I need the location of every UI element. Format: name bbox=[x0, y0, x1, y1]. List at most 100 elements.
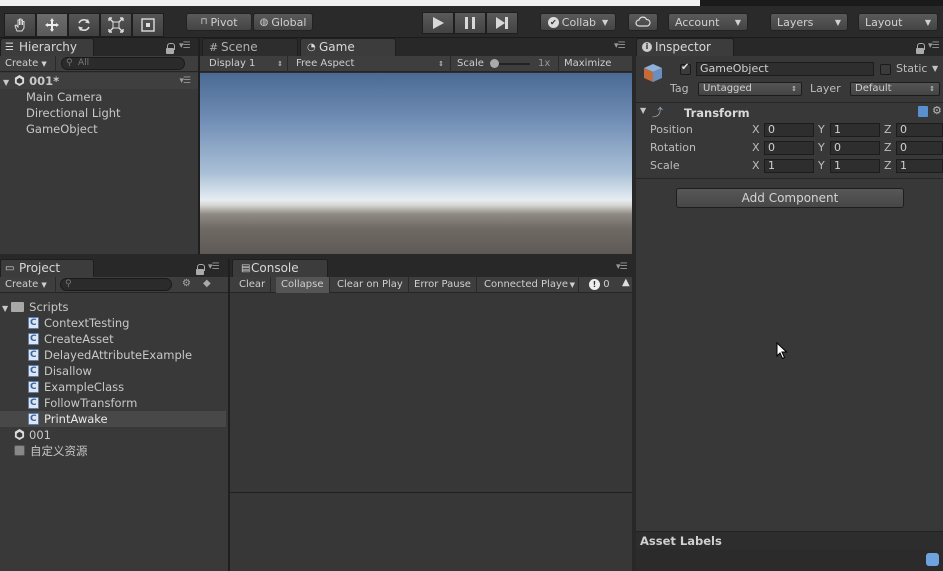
lock-icon[interactable] bbox=[166, 43, 175, 54]
hand-tool-button[interactable] bbox=[4, 13, 36, 37]
script-item[interactable]: ContextTesting bbox=[28, 315, 129, 331]
move-tool-button[interactable] bbox=[36, 13, 68, 37]
static-checkbox[interactable] bbox=[880, 64, 891, 75]
folder-scripts-row[interactable]: ▼ Scripts bbox=[0, 299, 69, 315]
hierarchy-create-dropdown[interactable]: Create ▼ bbox=[0, 56, 56, 72]
console-clear-on-play-toggle[interactable]: Clear on Play bbox=[332, 277, 409, 293]
gear-icon[interactable]: ⚙ bbox=[932, 104, 942, 117]
info-count-toggle[interactable]: ! 0 bbox=[584, 277, 618, 293]
account-dropdown[interactable]: Account ▼ bbox=[668, 13, 748, 31]
hierarchy-item-directional-light[interactable]: Directional Light bbox=[26, 105, 121, 121]
aspect-dropdown[interactable]: Free Aspect ⇕ bbox=[291, 56, 451, 72]
project-create-dropdown[interactable]: Create ▼ bbox=[0, 277, 56, 293]
layer-dropdown[interactable]: Default ⇕ bbox=[850, 82, 940, 96]
chevron-down-icon[interactable]: ▼ bbox=[932, 64, 938, 73]
position-z-field[interactable]: 0 bbox=[896, 123, 943, 137]
axis-y-label: Y bbox=[818, 159, 825, 172]
custom-asset-item[interactable]: 自定义资源 bbox=[14, 443, 88, 459]
play-button[interactable] bbox=[422, 12, 454, 34]
splitter[interactable] bbox=[0, 254, 632, 259]
rect-tool-button[interactable] bbox=[132, 13, 164, 37]
console-detail-area[interactable] bbox=[230, 493, 632, 571]
panel-menu-icon[interactable]: ▾☰ bbox=[179, 41, 191, 51]
tag-dropdown[interactable]: Untagged ⇕ bbox=[698, 82, 802, 96]
project-search-input[interactable]: ⚲ bbox=[60, 278, 172, 291]
pause-button[interactable] bbox=[454, 12, 486, 34]
tab-inspector[interactable]: i Inspector bbox=[636, 38, 734, 56]
tab-console[interactable]: ▤ Console bbox=[232, 259, 328, 277]
pivot-toggle[interactable]: ⊓ Pivot bbox=[186, 13, 252, 31]
rotate-tool-button[interactable] bbox=[68, 13, 100, 37]
hand-icon bbox=[14, 18, 25, 32]
step-button[interactable] bbox=[486, 12, 518, 34]
script-item[interactable]: CreateAsset bbox=[28, 331, 114, 347]
hierarchy-search-input[interactable]: ⚲ All bbox=[61, 57, 185, 70]
project-tabbar: ▭ Project ▾☰ bbox=[0, 259, 228, 277]
script-item[interactable]: DelayedAttributeExample bbox=[28, 347, 192, 363]
panel-menu-icon[interactable]: ▾☰ bbox=[616, 262, 628, 272]
lock-icon[interactable] bbox=[196, 264, 205, 275]
console-error-pause-toggle[interactable]: Error Pause bbox=[409, 277, 477, 293]
splitter[interactable] bbox=[198, 38, 200, 254]
layout-dropdown[interactable]: Layout ▼ bbox=[858, 13, 938, 31]
csharp-script-icon bbox=[28, 347, 39, 363]
console-clear-button[interactable]: Clear bbox=[234, 277, 272, 293]
scene-asset-item[interactable]: 001 bbox=[14, 427, 51, 443]
scene-menu-icon[interactable]: ▾☰ bbox=[179, 73, 191, 89]
project-panel: Create ▼ ⚲ ⚙ ◆ ▼Scripts ContextTesting C… bbox=[0, 277, 228, 571]
console-collapse-toggle[interactable]: Collapse bbox=[276, 277, 330, 293]
help-book-icon[interactable] bbox=[918, 106, 928, 117]
console-log-area[interactable] bbox=[230, 294, 632, 492]
tag-label-icon[interactable] bbox=[926, 553, 939, 566]
asset-labels-header[interactable]: Asset Labels bbox=[636, 531, 943, 549]
layers-dropdown[interactable]: Layers ▼ bbox=[770, 13, 848, 31]
csharp-script-icon bbox=[28, 363, 39, 379]
warning-icon[interactable]: ▲ bbox=[622, 277, 630, 288]
display-dropdown[interactable]: Display 1 ⇕ bbox=[204, 56, 288, 72]
transform-component-header[interactable]: ▼ ⤴ Transform ⚙ bbox=[636, 104, 943, 122]
script-item[interactable]: Disallow bbox=[28, 363, 92, 379]
filter-by-label-icon[interactable]: ◆ bbox=[203, 278, 211, 289]
cloud-button[interactable] bbox=[628, 13, 658, 31]
tab-game[interactable]: ◔ Game bbox=[300, 38, 396, 56]
tab-scene[interactable]: # Scene bbox=[202, 38, 298, 56]
hierarchy-item-main-camera[interactable]: Main Camera bbox=[26, 89, 102, 105]
connected-player-dropdown[interactable]: Connected Playe ▼ bbox=[479, 277, 579, 293]
panel-menu-icon[interactable]: ▾☰ bbox=[208, 262, 220, 272]
scale-y-field[interactable]: 1 bbox=[830, 159, 880, 173]
scale-slider[interactable]: Scale 1x bbox=[452, 56, 556, 72]
hierarchy-item-gameobject[interactable]: GameObject bbox=[26, 121, 98, 137]
rotation-z-field[interactable]: 0 bbox=[896, 141, 943, 155]
rotation-y-field[interactable]: 0 bbox=[830, 141, 880, 155]
slider-thumb[interactable] bbox=[490, 59, 499, 68]
scale-x-field[interactable]: 1 bbox=[764, 159, 814, 173]
panel-menu-icon[interactable]: ▾☰ bbox=[928, 41, 940, 51]
panel-menu-icon[interactable]: ▾☰ bbox=[614, 41, 626, 51]
global-toggle[interactable]: ◍ Global bbox=[253, 13, 313, 31]
chevron-down-icon: ▼ bbox=[602, 17, 609, 27]
lock-icon[interactable] bbox=[916, 43, 925, 54]
script-item-selected[interactable]: PrintAwake bbox=[0, 411, 226, 427]
expand-arrow-icon: ▼ bbox=[640, 106, 647, 115]
position-y-field[interactable]: 1 bbox=[830, 123, 880, 137]
rotation-x-field[interactable]: 0 bbox=[764, 141, 814, 155]
gameobject-name-field[interactable]: GameObject bbox=[696, 62, 874, 76]
maximize-on-play-toggle[interactable]: Maximize On bbox=[558, 56, 632, 85]
filter-by-type-icon[interactable]: ⚙ bbox=[182, 278, 191, 289]
script-item[interactable]: ExampleClass bbox=[28, 379, 124, 395]
axis-z-label: Z bbox=[884, 123, 892, 136]
chevron-down-icon: ▼ bbox=[834, 17, 841, 27]
scale-tool-button[interactable] bbox=[100, 13, 132, 37]
scene-root-row[interactable]: ▼ 001* ▾☰ bbox=[0, 73, 198, 89]
console-toolbar: Clear Collapse Clear on Play Error Pause… bbox=[230, 277, 632, 293]
script-item[interactable]: FollowTransform bbox=[28, 395, 137, 411]
tab-project[interactable]: ▭ Project bbox=[0, 259, 94, 277]
add-component-button[interactable]: Add Component bbox=[676, 188, 904, 208]
scale-z-field[interactable]: 1 bbox=[896, 159, 943, 173]
game-view-skybox[interactable] bbox=[200, 73, 632, 254]
position-x-field[interactable]: 0 bbox=[764, 123, 814, 137]
tab-hierarchy[interactable]: ☰ Hierarchy bbox=[0, 38, 94, 56]
active-checkbox[interactable] bbox=[680, 62, 691, 75]
splitter[interactable] bbox=[228, 259, 230, 571]
collab-dropdown[interactable]: ✔ Collab ▼ bbox=[540, 13, 616, 31]
